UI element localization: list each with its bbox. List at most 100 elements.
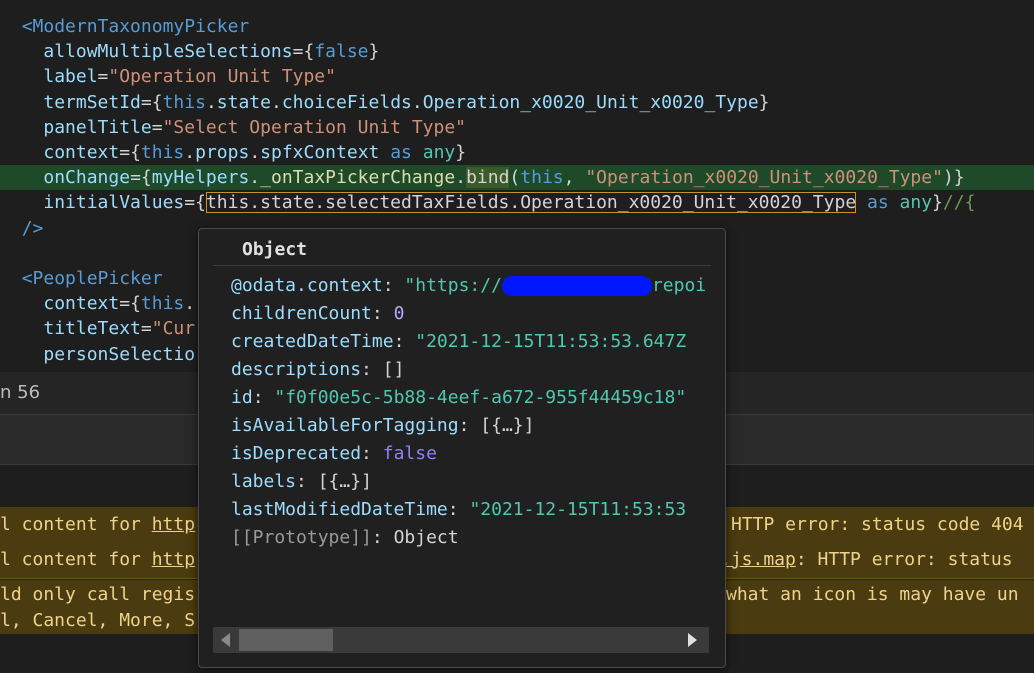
property-row: isDeprecated: false: [231, 440, 711, 468]
horizontal-scrollbar[interactable]: [213, 627, 709, 653]
code-token: =: [97, 66, 109, 88]
code-token: =: [151, 116, 163, 138]
code-line[interactable]: onChange={myHelpers._onTaxPickerChange.b…: [0, 165, 1034, 191]
property-key: isAvailableForTagging: [231, 415, 459, 436]
code-token: _onTaxPickerChange: [260, 167, 456, 189]
property-row: id: "f0f00e5c-5b88-4eef-a672-955f44459c1…: [231, 384, 711, 412]
property-value: "https://: [404, 275, 502, 296]
property-value: "2021-12-15T11:53:53: [469, 499, 687, 520]
popup-title: Object: [242, 239, 308, 260]
code-token: "Select Operation Unit Type": [162, 116, 467, 138]
property-value: [{…}]: [317, 471, 372, 492]
code-line[interactable]: initialValues={this.state.selectedTaxFie…: [0, 190, 1034, 215]
property-key: id: [231, 387, 253, 408]
code-token: Operation_x0020_Unit_x0020_Type: [422, 91, 759, 113]
code-token: }: [368, 41, 380, 63]
property-row: @odata.context: "https:// repoi: [231, 272, 711, 300]
code-token: false: [314, 41, 369, 63]
scrollbar-thumb[interactable]: [239, 629, 333, 651]
property-separator: :: [458, 415, 481, 436]
code-token: //{: [942, 192, 976, 214]
code-token: .: [270, 91, 282, 113]
code-token: )}: [942, 167, 965, 189]
code-token: ={: [130, 167, 152, 189]
property-separator: :: [361, 359, 383, 380]
property-separator: :: [447, 499, 470, 520]
code-token: ={: [184, 192, 206, 214]
property-value: []: [382, 359, 405, 380]
property-key: childrenCount: [231, 303, 372, 324]
code-line[interactable]: context={this.props.spfxContext as any}: [0, 140, 1034, 165]
code-token: choiceFields: [281, 91, 412, 113]
property-value: "2021-12-15T11:53:53.647Z: [415, 331, 687, 352]
popup-divider: [213, 265, 711, 266]
code-token: personSelectio: [21, 343, 196, 365]
code-token: }: [455, 142, 467, 163]
code-token: ={: [292, 41, 315, 63]
property-row[interactable]: ▶[[Prototype]]: Object: [231, 524, 711, 552]
code-token: "Cur: [151, 318, 196, 340]
code-token: "Operation Unit Type": [108, 66, 336, 88]
code-line[interactable]: <ModernTaxonomyPicker: [0, 14, 1034, 39]
code-token: this: [520, 167, 564, 189]
console-link[interactable]: .js.map: [720, 549, 796, 570]
code-token: ,: [563, 167, 586, 189]
code-token: .: [249, 142, 261, 163]
property-row: createdDateTime: "2021-12-15T11:53:53.64…: [231, 328, 711, 356]
code-token: onChange: [21, 167, 131, 189]
property-separator: :: [371, 527, 394, 548]
property-row: childrenCount: 0: [231, 300, 711, 328]
code-token: any: [422, 142, 456, 163]
code-line[interactable]: termSetId={this.state.choiceFields.Opera…: [0, 90, 1034, 115]
property-row[interactable]: ▶isAvailableForTagging: [{…}]: [231, 412, 711, 440]
code-token: spfxContext: [260, 142, 380, 163]
property-key: createdDateTime: [231, 331, 394, 352]
property-key: [[Prototype]]: [231, 527, 372, 548]
property-value: false: [382, 443, 437, 464]
code-token: this: [162, 91, 206, 113]
code-token: this: [140, 142, 185, 163]
code-line[interactable]: allowMultipleSelections={false}: [0, 39, 1034, 64]
code-token: as: [867, 192, 889, 214]
code-token: context: [21, 293, 120, 315]
code-token: initialValues: [21, 192, 185, 214]
property-row: lastModifiedDateTime: "2021-12-15T11:53:…: [231, 496, 711, 524]
property-separator: :: [296, 471, 318, 492]
code-token: .: [184, 293, 196, 315]
arrow-right-icon[interactable]: [688, 633, 697, 647]
redaction-mark: [501, 276, 652, 296]
object-inspector-popup[interactable]: Object @odata.context: "https:// repoi chi…: [198, 228, 726, 668]
code-token: />: [21, 217, 44, 239]
property-separator: :: [252, 387, 275, 408]
console-link[interactable]: http: [152, 514, 195, 535]
code-token: .: [411, 91, 423, 113]
property-separator: :: [393, 331, 416, 352]
code-token: ={: [119, 293, 141, 315]
property-value-tail: repoi: [651, 275, 707, 296]
property-row[interactable]: ▶labels: [{…}]: [231, 468, 711, 496]
arrow-left-icon[interactable]: [221, 633, 230, 647]
console-link[interactable]: http: [152, 549, 195, 570]
code-token: .: [205, 91, 217, 113]
code-token: bind: [466, 167, 510, 189]
code-token: label: [21, 66, 98, 88]
code-token: any: [899, 192, 933, 214]
code-line[interactable]: panelTitle="Select Operation Unit Type": [0, 115, 1034, 140]
code-token: this.state.selectedTaxFields.Operation_x…: [205, 192, 857, 214]
property-key: descriptions: [231, 359, 362, 380]
line-indicator: n 56: [0, 382, 41, 403]
code-token: termSetId: [21, 91, 141, 113]
code-token: as: [390, 142, 412, 163]
property-value: "f0f00e5c-5b88-4eef-a672-955f44459c18": [274, 387, 687, 408]
property-key: labels: [231, 471, 297, 492]
code-token: context: [21, 142, 120, 163]
code-line[interactable]: label="Operation Unit Type": [0, 64, 1034, 89]
code-token: state: [216, 91, 271, 113]
code-token: this: [140, 293, 185, 315]
property-separator: :: [371, 303, 394, 324]
property-row[interactable]: ▶descriptions: []: [231, 356, 711, 384]
property-value: Object: [393, 527, 459, 548]
